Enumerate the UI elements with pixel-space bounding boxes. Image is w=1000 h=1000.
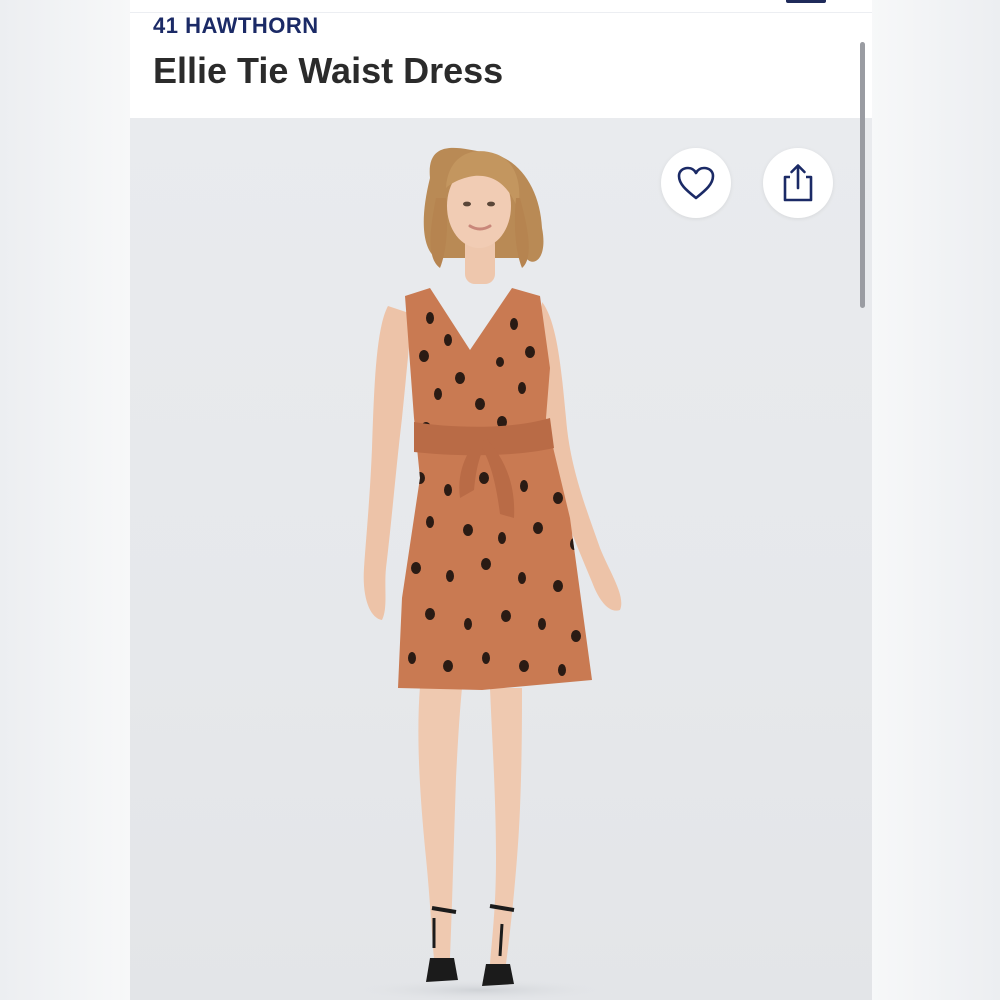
share-upload-icon (783, 164, 813, 202)
product-image[interactable] (130, 118, 872, 1000)
vertical-scrollbar[interactable] (860, 42, 865, 308)
favorite-button[interactable] (661, 148, 731, 218)
model-photo-illustration (340, 147, 622, 1000)
share-button[interactable] (763, 148, 833, 218)
product-title: Ellie Tie Waist Dress (153, 50, 504, 91)
heart-outline-icon (677, 166, 715, 200)
top-nav-sliver (130, 0, 872, 13)
product-header: 41 HAWTHORN Ellie Tie Waist Dress (130, 0, 872, 118)
phone-screen: 41 HAWTHORN Ellie Tie Waist Dress (130, 0, 872, 1000)
brand-name[interactable]: 41 HAWTHORN (153, 13, 319, 39)
nav-indicator (786, 0, 826, 3)
